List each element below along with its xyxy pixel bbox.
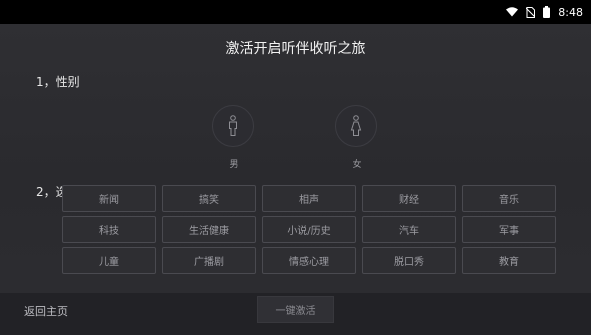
- activation-screen: 激活开启听伴收听之旅 1，性别 男 女 2，选择感兴趣的节目: [0, 24, 591, 335]
- back-home-button[interactable]: 返回主页: [24, 303, 68, 319]
- tag-novel-history[interactable]: 小说/历史: [262, 216, 356, 243]
- tag-auto[interactable]: 汽车: [362, 216, 456, 243]
- page-title: 激活开启听伴收听之旅: [225, 41, 366, 57]
- tag-health[interactable]: 生活健康: [162, 216, 256, 243]
- tag-education[interactable]: 教育: [462, 247, 556, 274]
- tag-comedy[interactable]: 搞笑: [162, 185, 256, 212]
- tag-crosstalk[interactable]: 相声: [262, 185, 356, 212]
- program-tag-grid: 新闻 搞笑 相声 财经 音乐 科技 生活健康 小说/历史 汽车 军事 儿童 广播…: [62, 185, 556, 274]
- tag-military[interactable]: 军事: [462, 216, 556, 243]
- gender-option-female[interactable]: 女: [335, 105, 379, 170]
- tag-talk-show[interactable]: 脱口秀: [362, 247, 456, 274]
- no-sim-icon: [526, 6, 536, 18]
- wifi-icon: [506, 7, 519, 17]
- status-time: 8:48: [558, 5, 583, 19]
- gender-option-male[interactable]: 男: [212, 105, 256, 170]
- tag-emotion[interactable]: 情感心理: [262, 247, 356, 274]
- gender-label-female: 女: [352, 160, 362, 170]
- tag-finance[interactable]: 财经: [362, 185, 456, 212]
- tag-radio-drama[interactable]: 广播剧: [162, 247, 256, 274]
- status-bar: 8:48: [0, 0, 591, 24]
- tag-technology[interactable]: 科技: [62, 216, 156, 243]
- gender-label-male: 男: [229, 160, 239, 170]
- battery-icon: [543, 6, 551, 18]
- gender-section-title: 1，性别: [36, 75, 80, 89]
- female-icon: [335, 105, 377, 147]
- tag-news[interactable]: 新闻: [62, 185, 156, 212]
- bottom-bar: 返回主页 一键激活: [0, 293, 591, 335]
- male-icon: [212, 105, 254, 147]
- tag-music[interactable]: 音乐: [462, 185, 556, 212]
- tag-children[interactable]: 儿童: [62, 247, 156, 274]
- activate-button[interactable]: 一键激活: [257, 296, 334, 323]
